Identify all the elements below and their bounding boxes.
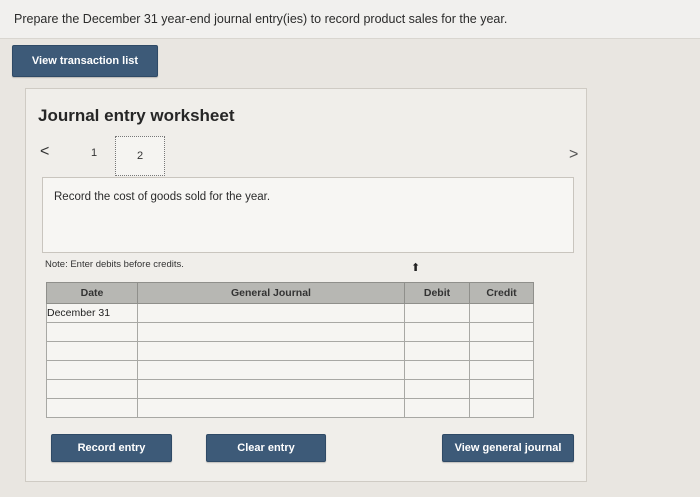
instruction-text: Record the cost of goods sold for the ye… [54,191,271,203]
chevron-left-icon[interactable]: < [40,143,49,161]
header-date: Date [46,282,138,304]
mouse-cursor-icon: ⬆ [411,262,421,274]
page-tab-2-active[interactable]: 2 [115,136,165,176]
date-cell[interactable] [46,341,138,361]
clear-entry-button[interactable]: Clear entry [206,434,326,462]
instruction-box: Record the cost of goods sold for the ye… [42,177,574,253]
prompt-bar: Prepare the December 31 year-end journal… [0,0,700,39]
view-transaction-list-button[interactable]: View transaction list [12,45,158,77]
date-cell[interactable] [46,398,138,418]
page-tab-1[interactable]: 1 [91,147,97,159]
note-text: Note: Enter debits before credits. [45,259,184,270]
credit-input[interactable] [469,303,534,323]
date-cell[interactable]: December 31 [46,303,138,323]
header-debit: Debit [404,282,470,304]
page-tab-2-label: 2 [136,150,144,162]
account-input[interactable] [137,398,405,418]
account-input[interactable] [137,322,405,342]
journal-entry-worksheet: Journal entry worksheet < 1 2 > Record t… [25,88,587,482]
debit-input[interactable] [404,360,470,380]
worksheet-title: Journal entry worksheet [38,106,235,125]
account-input[interactable] [137,341,405,361]
view-general-journal-button[interactable]: View general journal [442,434,574,462]
table-row [46,379,534,399]
table-row [46,341,534,361]
debit-input[interactable] [404,322,470,342]
credit-input[interactable] [469,379,534,399]
debit-input[interactable] [404,303,470,323]
record-entry-button[interactable]: Record entry [51,434,172,462]
header-credit: Credit [469,282,534,304]
table-row: December 31 [46,303,534,323]
account-input[interactable] [137,303,405,323]
credit-input[interactable] [469,341,534,361]
credit-input[interactable] [469,360,534,380]
credit-input[interactable] [469,322,534,342]
table-row [46,322,534,342]
chevron-right-icon[interactable]: > [569,146,578,164]
header-general-journal: General Journal [137,282,405,304]
account-input[interactable] [137,360,405,380]
table-header-row: Date General Journal Debit Credit [46,282,534,304]
account-input[interactable] [137,379,405,399]
debit-input[interactable] [404,341,470,361]
debit-input[interactable] [404,379,470,399]
journal-table: Date General Journal Debit Credit Decemb… [46,282,534,418]
date-cell[interactable] [46,379,138,399]
credit-input[interactable] [469,398,534,418]
date-cell[interactable] [46,322,138,342]
date-cell[interactable] [46,360,138,380]
table-row [46,360,534,380]
table-row [46,398,534,418]
debit-input[interactable] [404,398,470,418]
prompt-text: Prepare the December 31 year-end journal… [14,12,508,26]
